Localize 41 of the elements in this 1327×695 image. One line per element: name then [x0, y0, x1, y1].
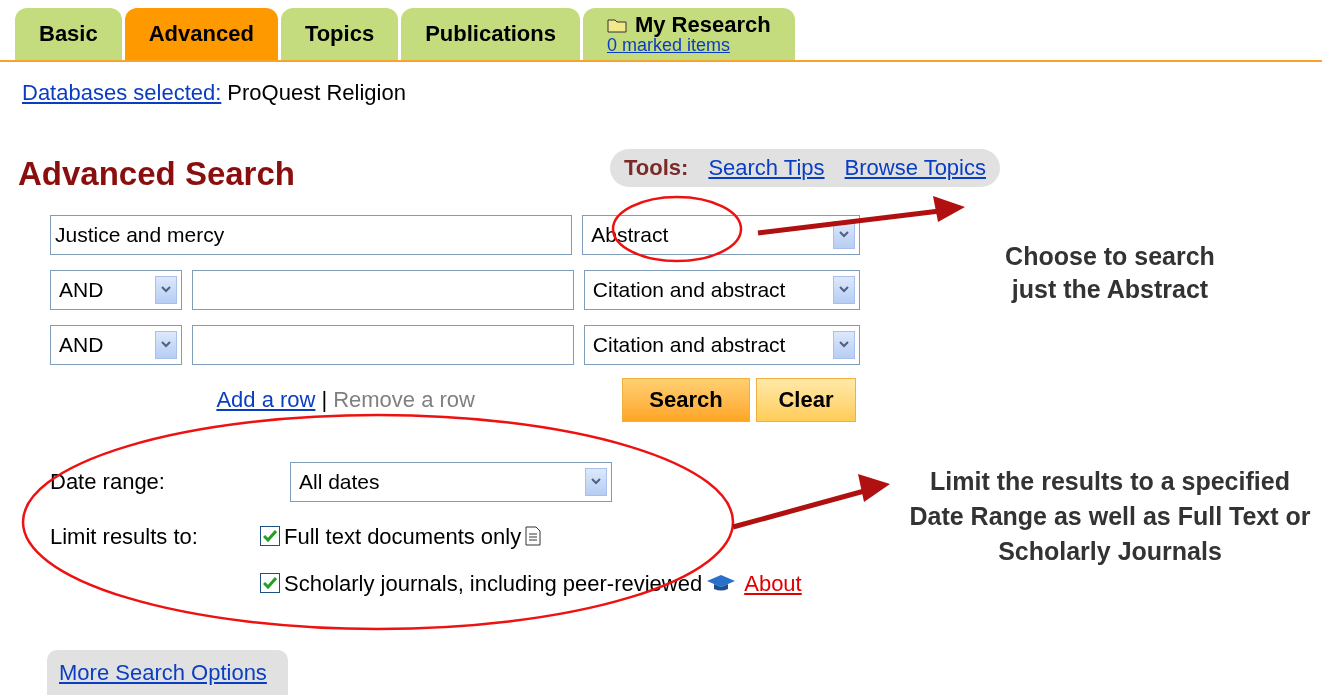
tab[interactable]: Basic [15, 8, 122, 60]
tab-label: Topics [304, 23, 375, 45]
date-range-label: Date range: [50, 468, 166, 496]
tools-link[interactable]: Search Tips [708, 151, 825, 185]
databases-link[interactable]: Databases selected: [22, 76, 222, 109]
tab[interactable]: Advanced [124, 8, 278, 60]
tab[interactable]: Topics [280, 8, 399, 60]
tools-label: Tools: [624, 154, 689, 183]
operator-dropdown[interactable]: AND [50, 269, 183, 310]
checkbox[interactable] [260, 573, 280, 593]
tab-label: Publications [425, 23, 556, 45]
search-input[interactable] [192, 269, 574, 310]
annotation-text: Choose to search just the Abstract [1004, 241, 1216, 305]
search-button[interactable]: Search [622, 377, 750, 422]
operator-dropdown[interactable]: AND [50, 324, 183, 365]
search-input[interactable] [192, 324, 574, 365]
folder-icon [606, 17, 629, 33]
add-row-link[interactable]: Add a row [216, 383, 316, 416]
tab-label: Advanced [148, 23, 254, 45]
date-range-dropdown[interactable]: All dates [290, 461, 612, 502]
limit-label: Limit results to: [50, 522, 199, 551]
tab[interactable]: Publications [401, 8, 580, 60]
tab-label: Basic [39, 23, 98, 45]
page-heading: Advanced Search [18, 154, 295, 194]
field-dropdown[interactable]: Citation and abstract [583, 324, 860, 365]
database-name: ProQuest Religion [227, 79, 406, 107]
field-dropdown[interactable]: Citation and abstract [583, 269, 860, 310]
tools-link[interactable]: Browse Topics [844, 151, 986, 185]
clear-button[interactable]: Clear [756, 377, 856, 422]
marked-items-link[interactable]: 0 marked items [606, 36, 730, 54]
search-input[interactable]: Justice and mercy [50, 214, 573, 255]
about-link[interactable]: About [744, 566, 802, 600]
document-icon [525, 526, 542, 546]
graduation-cap-icon [706, 573, 737, 593]
annotation-text: Limit the results to a specified Date Range as well as Full Text or Scholarly Journals [908, 466, 1312, 567]
tab-label: My Research [634, 14, 771, 36]
checkbox-label: Full text documents only [284, 522, 522, 551]
checkbox[interactable] [260, 526, 280, 546]
separator: | [321, 386, 328, 414]
more-search-options-tab[interactable]: More Search Options [47, 650, 288, 695]
tab[interactable]: My Research 0 marked items [582, 8, 795, 60]
